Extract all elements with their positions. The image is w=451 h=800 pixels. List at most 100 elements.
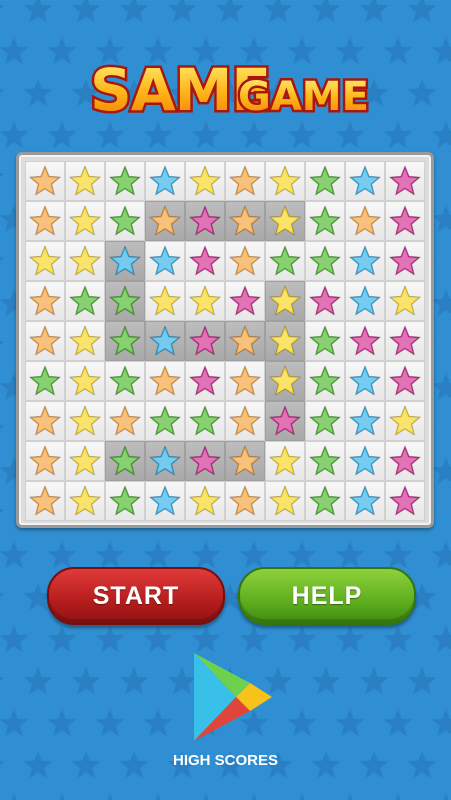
board-cell[interactable] [385, 441, 425, 481]
star-green-icon [189, 405, 221, 436]
board-cell[interactable] [225, 441, 265, 481]
board-cell[interactable] [145, 321, 185, 361]
board-cell[interactable] [265, 481, 305, 521]
board-cell[interactable] [225, 241, 265, 281]
board-cell[interactable] [225, 401, 265, 441]
board-cell[interactable] [65, 481, 105, 521]
board-cell[interactable] [305, 161, 345, 201]
board-cell[interactable] [265, 321, 305, 361]
board-cell[interactable] [25, 161, 65, 201]
board-cell[interactable] [145, 441, 185, 481]
board-cell[interactable] [25, 201, 65, 241]
high-scores-label[interactable]: HIGH SCORES [0, 752, 451, 769]
board-cell[interactable] [385, 201, 425, 241]
board-cell[interactable] [145, 161, 185, 201]
board-cell[interactable] [265, 401, 305, 441]
board-cell[interactable] [345, 201, 385, 241]
board-cell[interactable] [305, 241, 345, 281]
board-cell[interactable] [305, 361, 345, 401]
board-cell[interactable] [345, 401, 385, 441]
google-play-icon[interactable] [192, 651, 274, 743]
board-cell[interactable] [25, 361, 65, 401]
board-cell[interactable] [385, 321, 425, 361]
board-cell[interactable] [25, 281, 65, 321]
board-cell[interactable] [25, 401, 65, 441]
board-cell[interactable] [305, 201, 345, 241]
board-cell[interactable] [185, 401, 225, 441]
board-cell[interactable] [225, 201, 265, 241]
board-cell[interactable] [105, 481, 145, 521]
board-cell[interactable] [25, 241, 65, 281]
board-cell[interactable] [65, 281, 105, 321]
board-cell[interactable] [185, 161, 225, 201]
board-cell[interactable] [145, 241, 185, 281]
board-cell[interactable] [385, 281, 425, 321]
board-cell[interactable] [105, 401, 145, 441]
board-cell[interactable] [105, 281, 145, 321]
board-cell[interactable] [225, 321, 265, 361]
board-cell[interactable] [225, 481, 265, 521]
board-cell[interactable] [185, 361, 225, 401]
star-yellow-icon [389, 405, 421, 436]
board-cell[interactable] [185, 281, 225, 321]
board-cell[interactable] [25, 321, 65, 361]
board-cell[interactable] [65, 441, 105, 481]
start-button[interactable]: START [47, 567, 225, 625]
board-cell[interactable] [265, 281, 305, 321]
board-cell[interactable] [185, 241, 225, 281]
board-cell[interactable] [25, 441, 65, 481]
board-cell[interactable] [345, 361, 385, 401]
board-cell[interactable] [65, 241, 105, 281]
board-cell[interactable] [105, 201, 145, 241]
board-cell[interactable] [145, 281, 185, 321]
board-cell[interactable] [225, 161, 265, 201]
board-cell[interactable] [385, 401, 425, 441]
star-blue-icon [149, 445, 181, 476]
board-cell[interactable] [305, 281, 345, 321]
board-cell[interactable] [145, 401, 185, 441]
board-cell[interactable] [385, 241, 425, 281]
board-cell[interactable] [345, 481, 385, 521]
board-cell[interactable] [185, 321, 225, 361]
board-cell[interactable] [345, 281, 385, 321]
board-cell[interactable] [25, 481, 65, 521]
board-cell[interactable] [225, 361, 265, 401]
board-cell[interactable] [265, 361, 305, 401]
board-cell[interactable] [185, 441, 225, 481]
board-cell[interactable] [145, 481, 185, 521]
board-cell[interactable] [105, 361, 145, 401]
star-green-icon [309, 485, 341, 516]
background-star [407, 0, 437, 23]
board-cell[interactable] [105, 441, 145, 481]
board-cell[interactable] [345, 441, 385, 481]
board-cell[interactable] [145, 201, 185, 241]
board-cell[interactable] [305, 441, 345, 481]
board-cell[interactable] [65, 361, 105, 401]
board-cell[interactable] [105, 241, 145, 281]
board-cell[interactable] [105, 161, 145, 201]
board-cell[interactable] [185, 481, 225, 521]
board-cell[interactable] [65, 161, 105, 201]
board-cell[interactable] [265, 241, 305, 281]
board-cell[interactable] [145, 361, 185, 401]
board-cell[interactable] [305, 401, 345, 441]
board-cell[interactable] [65, 321, 105, 361]
board-cell[interactable] [185, 201, 225, 241]
board-cell[interactable] [265, 161, 305, 201]
board-cell[interactable] [225, 281, 265, 321]
board-cell[interactable] [265, 441, 305, 481]
board-cell[interactable] [105, 321, 145, 361]
board-cell[interactable] [345, 161, 385, 201]
board-cell[interactable] [385, 161, 425, 201]
board-cell[interactable] [265, 201, 305, 241]
board-cell[interactable] [345, 321, 385, 361]
board-cell[interactable] [65, 401, 105, 441]
board-cell[interactable] [65, 201, 105, 241]
board-cell[interactable] [385, 361, 425, 401]
board-cell[interactable] [385, 481, 425, 521]
board-cell[interactable] [305, 481, 345, 521]
board-cell[interactable] [305, 321, 345, 361]
help-button[interactable]: HELP [238, 567, 416, 625]
board-cell[interactable] [345, 241, 385, 281]
background-star [395, 793, 401, 800]
